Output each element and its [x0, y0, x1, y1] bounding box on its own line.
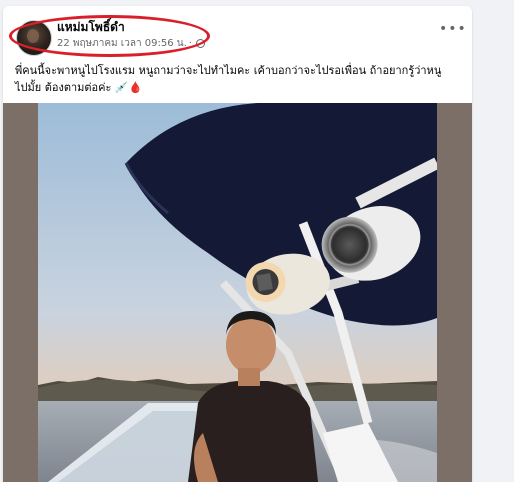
author-name[interactable]: แหม่มโพธิ์ดำ: [57, 18, 125, 37]
post-header: แหม่มโพธิ์ดำ 22 พฤษภาคม เวลา 09:56 น. · •…: [3, 6, 472, 57]
post-text-line-2: ไปมั้ย ต้องตามต่อค่ะ 💉🩸: [15, 79, 455, 96]
post-text-line-2-text: ไปมั้ย ต้องตามต่อค่ะ: [15, 81, 112, 94]
post-text-line-1: พี่คนนี้จะพาหนูไปโรงแรม หนูถามว่าจะไปทำไ…: [15, 64, 442, 77]
post-text: พี่คนนี้จะพาหนูไปโรงแรม หนูถามว่าจะไปทำไ…: [15, 62, 455, 96]
more-options-icon[interactable]: •••: [439, 22, 466, 38]
post-emoji: 💉🩸: [114, 81, 143, 94]
post-timestamp[interactable]: 22 พฤษภาคม เวลา 09:56 น.: [57, 38, 187, 49]
avatar[interactable]: [16, 20, 52, 56]
globe-icon: [195, 38, 205, 48]
photo-image: [38, 103, 437, 482]
post-meta: 22 พฤษภาคม เวลา 09:56 น. ·: [57, 36, 205, 51]
scrollbar[interactable]: [505, 0, 514, 482]
post-card: แหม่มโพธิ์ดำ 22 พฤษภาคม เวลา 09:56 น. · •…: [3, 6, 472, 482]
meta-separator: ·: [188, 38, 192, 49]
post-photo[interactable]: [38, 103, 437, 482]
